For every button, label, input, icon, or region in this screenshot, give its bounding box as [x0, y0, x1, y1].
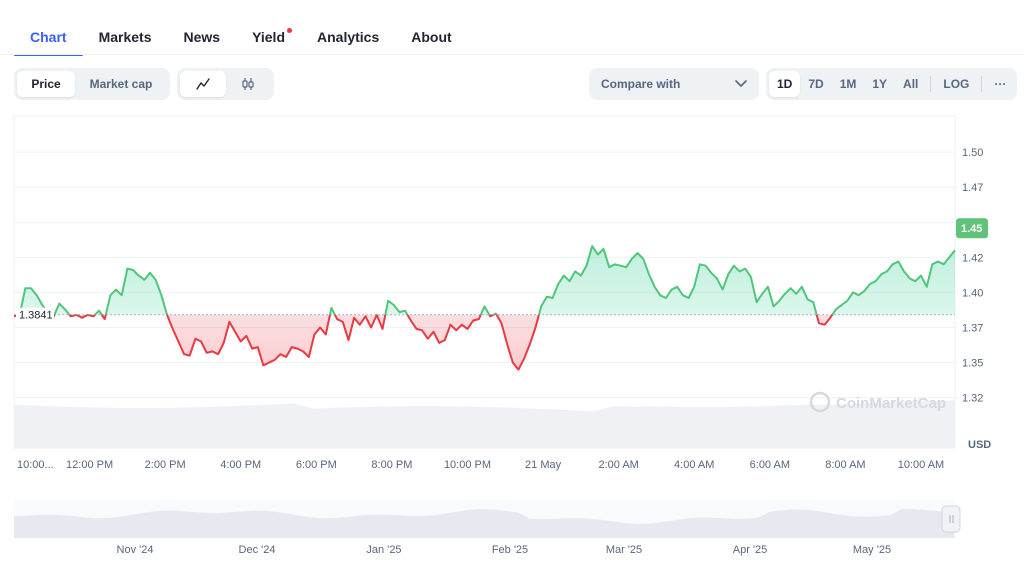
candlestick-icon: [242, 78, 254, 90]
divider: [981, 76, 983, 92]
chevron-down-icon: [735, 80, 747, 87]
market-cap-button[interactable]: Market cap: [75, 71, 167, 97]
x-tick-label: 2:00 PM: [145, 459, 186, 471]
price-chart[interactable]: 1.50 1.47 1.45 1.42 1.40 1.37 1.35 1.32 USD CoinM…: [0, 110, 1024, 480]
tab-chart[interactable]: Chart: [14, 18, 83, 56]
navigator-area: [14, 508, 955, 538]
tab-bar: Chart Markets News Yield Analytics About: [14, 18, 468, 56]
divider: [930, 76, 932, 92]
x-tick-label: 12:00 PM: [66, 459, 113, 471]
line-chart-button[interactable]: [180, 71, 226, 97]
navigator-tick-label: Nov '24: [117, 544, 154, 556]
candlestick-button[interactable]: [226, 71, 272, 97]
x-tick-label: 21 May: [525, 459, 562, 471]
navigator-tick-label: Feb '25: [492, 544, 528, 556]
x-tick-label: 8:00 PM: [371, 459, 412, 471]
x-tick-label: 6:00 AM: [750, 459, 790, 471]
x-tick-label: 4:00 AM: [674, 459, 714, 471]
range-1m[interactable]: 1M: [832, 71, 865, 97]
log-scale-button[interactable]: LOG: [935, 71, 977, 97]
tab-label: Yield: [252, 29, 285, 45]
tab-analytics[interactable]: Analytics: [301, 18, 395, 54]
compare-with-dropdown[interactable]: Compare with: [589, 68, 759, 100]
x-tick-label: 6:00 PM: [296, 459, 337, 471]
navigator-tick-label: Mar '25: [606, 544, 642, 556]
range-navigator[interactable]: Nov '24 Dec '24 Jan '25 Feb '25 Mar '25 Apr '…: [0, 490, 1024, 560]
y-tick-label: 1.32: [962, 393, 983, 405]
navigator-tick-label: Jan '25: [366, 544, 401, 556]
current-price-text: 1.45: [961, 223, 982, 235]
range-7d[interactable]: 7D: [800, 71, 831, 97]
y-tick-label: 1.47: [962, 182, 983, 194]
y-tick-label: 1.40: [962, 287, 983, 299]
tab-label: Chart: [30, 29, 67, 45]
navigator-tick-label: Apr '25: [733, 544, 768, 556]
navigator-handle[interactable]: [941, 505, 961, 533]
y-tick-label: 1.35: [962, 358, 983, 370]
baseline-label-text: 1.3841: [19, 310, 53, 322]
compare-with-label: Compare with: [601, 77, 681, 91]
range-1d[interactable]: 1D: [769, 71, 801, 97]
price-marketcap-toggle: Price Market cap: [14, 68, 170, 100]
tab-label: About: [411, 29, 452, 45]
range-1y[interactable]: 1Y: [864, 71, 895, 97]
more-options-button[interactable]: ···: [986, 71, 1014, 97]
chart-type-toggle: [177, 68, 274, 100]
tab-markets[interactable]: Markets: [83, 18, 168, 54]
y-tick-label: 1.50: [962, 147, 983, 159]
x-tick-label: 10:00 AM: [898, 459, 944, 471]
tab-yield[interactable]: Yield: [236, 18, 301, 54]
range-all[interactable]: All: [895, 71, 926, 97]
tab-about[interactable]: About: [395, 18, 467, 54]
current-price-badge: 1.45: [956, 218, 988, 239]
tab-news[interactable]: News: [167, 18, 236, 54]
y-tick-label: 1.37: [962, 323, 983, 335]
navigator-tick-label: May '25: [853, 544, 891, 556]
x-tick-label: 2:00 AM: [598, 459, 638, 471]
tab-label: Analytics: [317, 29, 380, 45]
tab-label: News: [183, 29, 221, 45]
x-tick-label: 4:00 PM: [220, 459, 261, 471]
watermark-text: CoinMarketCap: [836, 395, 946, 412]
x-tick-label: 10:00 PM: [444, 459, 491, 471]
tab-divider: [0, 54, 1024, 55]
tab-label: Markets: [98, 29, 152, 45]
y-tick-label: 1.42: [962, 252, 983, 264]
x-tick-label: 8:00 AM: [825, 459, 865, 471]
time-range-selector: 1D 7D 1M 1Y All LOG ···: [766, 68, 1018, 100]
notification-dot: [287, 28, 292, 33]
y-unit-label: USD: [968, 439, 991, 451]
baseline-label: 1.3841: [16, 307, 54, 322]
x-tick-label: 10:00...: [17, 459, 54, 471]
line-chart-icon: [196, 78, 210, 90]
price-button[interactable]: Price: [17, 71, 75, 97]
navigator-tick-label: Dec '24: [239, 544, 276, 556]
